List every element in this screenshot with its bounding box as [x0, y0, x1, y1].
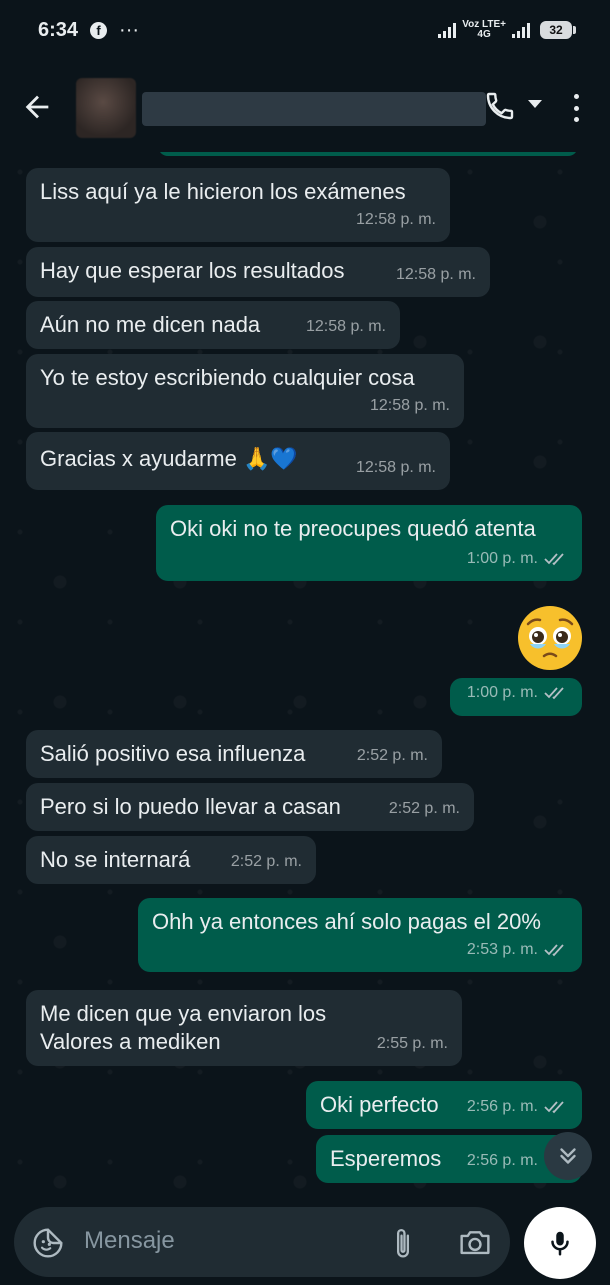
message-meta: 2:52 p. m.: [357, 742, 428, 770]
message-bubble-incoming[interactable]: Gracias x ayudarme 🙏💙 12:58 p. m.: [26, 432, 450, 490]
message-time: 2:56 p. m.: [466, 1152, 538, 1169]
microphone-icon: [551, 1231, 569, 1256]
arrow-left-icon[interactable]: [20, 90, 54, 124]
contact-name-redacted[interactable]: [142, 92, 486, 126]
message-time: 12:58 p. m.: [369, 397, 450, 414]
previous-outgoing-bubble-edge: [158, 152, 578, 156]
chat-header: [0, 60, 610, 152]
message-bubble-incoming[interactable]: Hay que esperar los resultados 12:58 p. …: [26, 247, 490, 297]
message-composer: Mensaje: [0, 1199, 610, 1285]
message-meta: 12:58 p. m.: [356, 206, 436, 234]
facebook-notification-icon: f: [90, 21, 108, 39]
double-chevron-down-icon: [560, 1148, 576, 1164]
scroll-to-bottom-button[interactable]: [544, 1132, 592, 1180]
message-time: 1:00 p. m.: [466, 684, 538, 701]
signal-icon-2: [512, 22, 530, 38]
message-meta: 12:58 p. m.: [396, 261, 476, 289]
contact-avatar[interactable]: [76, 78, 136, 138]
message-bubble-incoming[interactable]: No se internará 2:52 p. m.: [26, 836, 316, 884]
message-time: 2:52 p. m.: [230, 853, 302, 870]
message-bubble-incoming[interactable]: Me dicen que ya enviaron los Valores a m…: [26, 990, 462, 1066]
double-check-icon: [544, 553, 564, 566]
double-check-icon: [544, 687, 564, 700]
message-meta: 2:56 p. m.: [467, 1093, 568, 1121]
message-time: 2:56 p. m.: [466, 1098, 538, 1115]
status-left: 6:34 f ···: [38, 19, 139, 42]
emoji-message[interactable]: 🥹: [516, 604, 584, 672]
vertical-dots-icon[interactable]: [572, 94, 580, 122]
network-label-bottom: 4G: [477, 29, 491, 40]
message-meta: 12:58 p. m.: [306, 313, 386, 341]
message-time: 12:58 p. m.: [305, 318, 386, 335]
message-meta: 12:58 p. m.: [356, 454, 436, 482]
camera-icon[interactable]: [458, 1227, 492, 1257]
message-meta: 12:58 p. m.: [370, 392, 450, 420]
battery-level: 32: [549, 23, 563, 37]
voice-message-button[interactable]: [524, 1207, 596, 1279]
message-text: Yo te estoy escribiendo cualquier cosa: [40, 365, 415, 390]
message-meta: 1:00 p. m.: [467, 679, 568, 707]
message-time: 1:00 p. m.: [466, 550, 538, 567]
double-check-icon: [544, 944, 564, 957]
message-meta: 2:56 p. m.: [467, 1147, 538, 1175]
message-bubble-incoming[interactable]: Yo te estoy escribiendo cualquier cosa 1…: [26, 354, 464, 428]
message-bubble-incoming[interactable]: Salió positivo esa influenza 2:52 p. m.: [26, 730, 442, 778]
message-text: Oki oki no te preocupes quedó atenta: [170, 516, 536, 541]
message-bubble-incoming[interactable]: Aún no me dicen nada 12:58 p. m.: [26, 301, 400, 349]
message-input-container[interactable]: Mensaje: [14, 1207, 510, 1277]
message-time: 2:52 p. m.: [356, 747, 428, 764]
network-type: Voz LTE+ 4G: [462, 20, 506, 40]
call-options-chevron-down-icon[interactable]: [528, 100, 542, 108]
message-meta: 1:00 p. m.: [467, 545, 568, 573]
message-time: 2:52 p. m.: [388, 800, 460, 817]
message-text: Ohh ya entonces ahí solo pagas el 20%: [152, 909, 541, 934]
message-meta: 2:52 p. m.: [231, 848, 302, 876]
message-bubble-outgoing[interactable]: Esperemos 2:56 p. m.: [316, 1135, 582, 1183]
message-bubble-outgoing[interactable]: Ohh ya entonces ahí solo pagas el 20% 2:…: [138, 898, 582, 972]
status-time: 6:34: [38, 18, 79, 41]
message-meta: 2:55 p. m.: [377, 1030, 448, 1058]
status-bar: 6:34 f ··· Voz LTE+ 4G 32: [0, 0, 610, 60]
message-bubble-outgoing[interactable]: 1:00 p. m.: [450, 678, 582, 716]
more-notifications-icon: ···: [119, 18, 140, 41]
message-meta: 2:53 p. m.: [467, 936, 568, 964]
message-time: 2:55 p. m.: [376, 1035, 448, 1052]
message-text: Liss aquí ya le hicieron los exámenes: [40, 179, 406, 204]
message-input-placeholder[interactable]: Mensaje: [84, 1227, 175, 1255]
pleading-face-emoji-icon: [518, 606, 582, 670]
message-bubble-outgoing[interactable]: Oki oki no te preocupes quedó atenta 1:0…: [156, 505, 582, 581]
sticker-icon[interactable]: [32, 1227, 64, 1259]
double-check-icon: [544, 1101, 564, 1114]
phone-icon[interactable]: [484, 90, 516, 122]
status-right: Voz LTE+ 4G 32: [438, 20, 576, 40]
message-bubble-incoming[interactable]: Pero si lo puedo llevar a casan 2:52 p. …: [26, 783, 474, 831]
message-time: 12:58 p. m.: [355, 211, 436, 228]
message-time: 12:58 p. m.: [395, 266, 476, 283]
message-time: 2:53 p. m.: [466, 941, 538, 958]
paperclip-icon[interactable]: [392, 1226, 414, 1260]
message-list[interactable]: Liss aquí ya le hicieron los exámenes 12…: [0, 152, 610, 1199]
message-meta: 2:52 p. m.: [389, 795, 460, 823]
message-time: 12:58 p. m.: [355, 459, 436, 476]
message-bubble-incoming[interactable]: Liss aquí ya le hicieron los exámenes 12…: [26, 168, 450, 242]
signal-icon: [438, 22, 457, 38]
battery-icon: 32: [540, 21, 576, 39]
message-bubble-outgoing[interactable]: Oki perfecto 2:56 p. m.: [306, 1081, 582, 1129]
